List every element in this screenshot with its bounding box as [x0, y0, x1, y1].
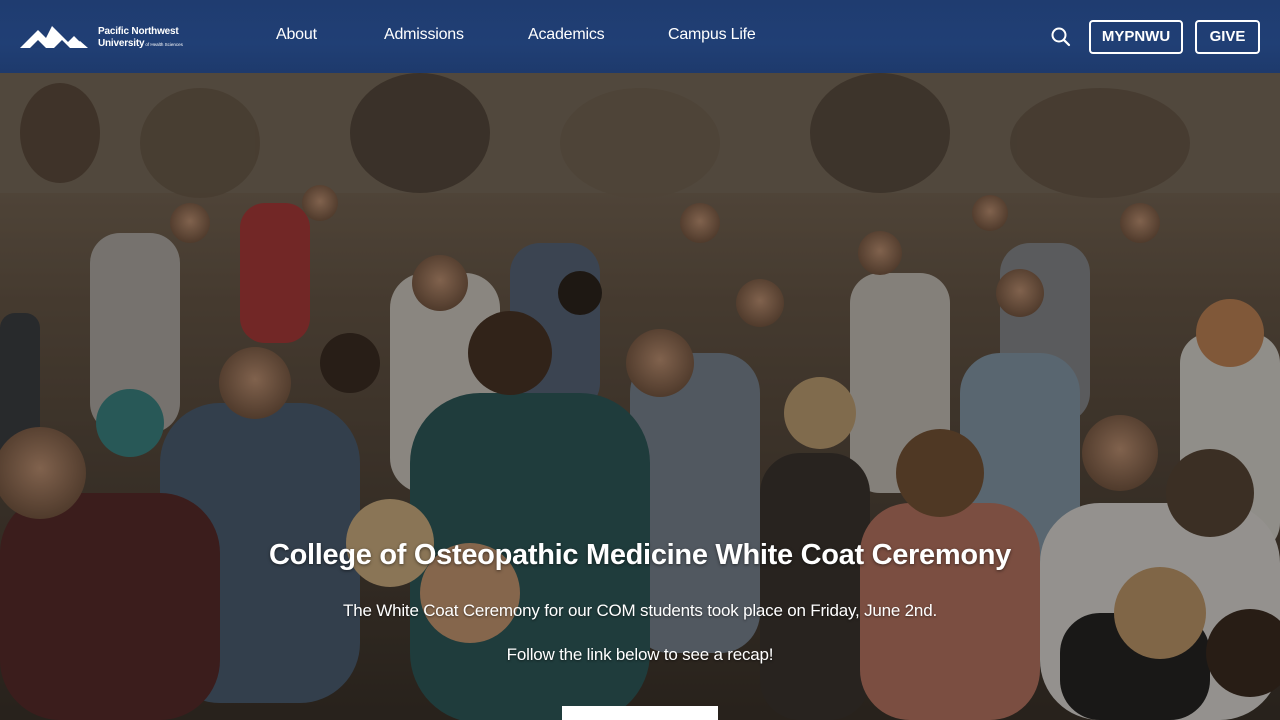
- hero-subtitle: The White Coat Ceremony for our COM stud…: [343, 601, 937, 620]
- site-header: Pacific Northwest Universityof Health Sc…: [0, 0, 1280, 73]
- university-logo[interactable]: Pacific Northwest Universityof Health Sc…: [20, 22, 200, 52]
- hero-overlay: [0, 73, 1280, 720]
- nav-item-campus-life[interactable]: Campus Life: [668, 26, 756, 44]
- nav-item-about[interactable]: About: [276, 26, 317, 44]
- search-button[interactable]: [1050, 26, 1072, 48]
- hero-banner: College of Osteopathic Medicine White Co…: [0, 73, 1280, 720]
- nav-item-admissions[interactable]: Admissions: [384, 26, 464, 44]
- recap-button[interactable]: [562, 706, 718, 720]
- logo-line-3: of Health Sciences: [145, 42, 183, 47]
- hero-title: College of Osteopathic Medicine White Co…: [268, 539, 1012, 571]
- logo-line-1: Pacific Northwest: [98, 26, 179, 37]
- give-button[interactable]: GIVE: [1195, 20, 1260, 54]
- mountain-logo-icon: [20, 26, 88, 48]
- search-icon: [1051, 27, 1071, 47]
- logo-wordmark: Pacific Northwest Universityof Health Sc…: [98, 27, 183, 50]
- mypnwu-button[interactable]: MYPNWU: [1089, 20, 1183, 54]
- nav-item-academics[interactable]: Academics: [528, 26, 605, 44]
- hero-cta-text: Follow the link below to see a recap!: [506, 645, 774, 664]
- logo-line-2: University: [98, 38, 145, 49]
